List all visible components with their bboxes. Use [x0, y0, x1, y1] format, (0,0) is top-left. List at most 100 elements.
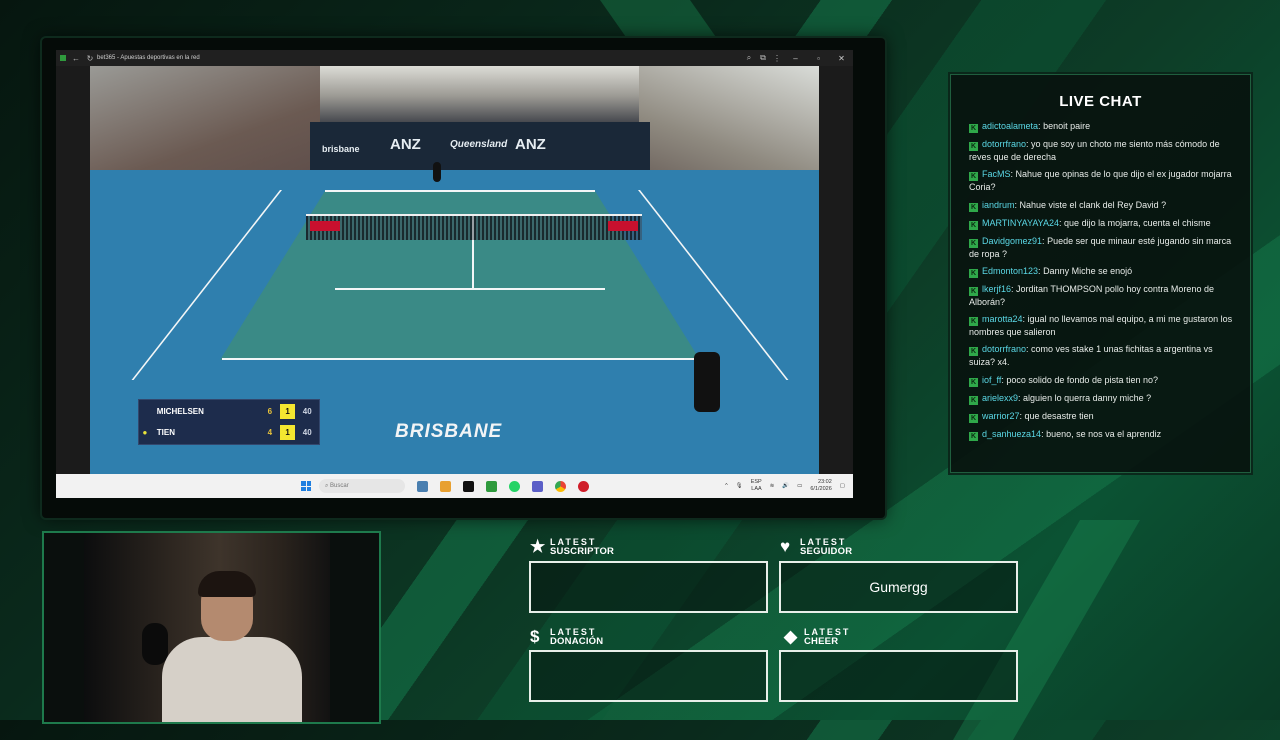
chat-message: K Edmonton123: Danny Miche se enojó — [969, 265, 1234, 278]
court-baseline — [222, 358, 700, 360]
sponsor-banner: Queensland — [450, 139, 508, 150]
latest-donacion-box — [529, 650, 768, 702]
extension-icon[interactable]: ⧉ — [756, 53, 770, 63]
chat-username[interactable]: d_sanhueza14 — [982, 429, 1041, 439]
chat-text: poco solido de fondo de pista tien no? — [1006, 374, 1158, 385]
file-explorer-icon[interactable] — [440, 480, 451, 492]
back-icon[interactable]: ← — [69, 54, 83, 63]
chat-username[interactable]: lkerjf16 — [982, 284, 1011, 294]
chat-username[interactable]: Edmonton123 — [982, 266, 1038, 276]
tennis-net — [306, 214, 642, 240]
chat-username[interactable]: adictoalameta — [982, 121, 1038, 131]
chat-badge-icon: K — [969, 268, 978, 278]
tennis-video[interactable]: brisbane ANZ Queensland ANZ MICHELSEN 6 … — [90, 66, 819, 474]
chat-message: K Davidgomez91: Puede ser que minaur esté… — [969, 235, 1234, 260]
chat-badge-icon: K — [969, 142, 978, 151]
chevron-up-icon[interactable]: ^ — [725, 483, 728, 489]
more-icon[interactable]: ⋮ — [770, 54, 784, 63]
close-icon[interactable]: ✕ — [830, 54, 853, 63]
clock-time: 23:02 — [818, 479, 832, 485]
scoreboard: MICHELSEN 6 1 40 ● TIEN 4 1 40 — [138, 399, 320, 445]
whatsapp-icon[interactable] — [509, 480, 520, 492]
screen-capture: ← ↻ bet365 - Apuestas deportivas en la r… — [42, 38, 885, 518]
latest-seguidor-box: Gumergg — [779, 561, 1018, 613]
location-caption: BRISBANE — [395, 421, 503, 442]
bet365-app-icon[interactable] — [486, 480, 497, 492]
scoreboard-row: MICHELSEN 6 1 40 — [139, 401, 319, 422]
opera-icon[interactable] — [578, 480, 589, 492]
chat-message: Kiandrum: Nahue viste el clank del Rey D… — [969, 199, 1234, 212]
chat-message-list: Kadictoalameta: benoit paire Kdotorrfrano… — [969, 120, 1234, 446]
wifi-icon[interactable]: ≋ — [770, 483, 775, 489]
volume-icon[interactable]: 🔊 — [782, 483, 789, 489]
notification-icon[interactable]: ▢ — [840, 483, 845, 489]
language-code: ESP — [750, 479, 762, 485]
microphone-icon — [142, 623, 168, 665]
heart-icon: ♥ — [780, 537, 791, 556]
chat-badge-icon: K — [969, 202, 978, 212]
system-tray: ^ 🎙 ESP LAA ≋ 🔊 ▭ 23:02 6/1/2026 ▢ — [725, 479, 845, 493]
chat-message: Kadictoalameta: benoit paire — [969, 120, 1234, 133]
chrome-icon[interactable] — [555, 480, 566, 492]
player-current-set: 1 — [279, 425, 296, 440]
chat-message: Kmarotta24: igual no llevamos mal equipo… — [969, 313, 1234, 338]
chat-badge-icon: K — [969, 238, 978, 248]
windows-start-icon[interactable] — [301, 481, 311, 491]
windows-taskbar: ⌕ Buscar ^ 🎙 ESP LAA ≋ 🔊 ▭ 23:02 6/1/2026 … — [56, 474, 853, 498]
chat-text: que dijo la mojarra, cuenta el chisme — [1064, 217, 1211, 228]
chat-username[interactable]: dotorrfrano — [982, 344, 1026, 354]
tiktok-icon[interactable] — [463, 480, 474, 492]
diamond-icon: ◆ — [784, 627, 798, 646]
sponsor-wall: brisbane ANZ Queensland ANZ — [310, 122, 650, 170]
player-sets: 4 — [267, 428, 273, 437]
taskbar-clock[interactable]: 23:02 6/1/2026 — [810, 479, 831, 493]
taskbar-search[interactable]: ⌕ Buscar — [319, 479, 405, 493]
sponsor-banner: brisbane — [322, 144, 360, 154]
latest-seguidor-value: Gumergg — [869, 579, 928, 595]
serve-indicator: ● — [142, 428, 148, 437]
net-banner — [310, 221, 340, 231]
chat-title: LIVE CHAT — [1059, 93, 1142, 110]
sponsor-banner: ANZ — [515, 136, 546, 153]
chat-badge-icon: K — [969, 347, 978, 357]
chat-badge-icon: K — [969, 172, 978, 182]
streamer-body — [162, 637, 302, 722]
player-current-set: 1 — [279, 404, 296, 419]
chat-username[interactable]: FacMS — [982, 169, 1011, 179]
taskbar-app-icon[interactable] — [417, 480, 428, 492]
latest-cheer-box — [779, 650, 1018, 702]
player — [433, 162, 441, 182]
player-sets: 6 — [267, 407, 273, 416]
chat-badge-icon: K — [969, 286, 978, 296]
teams-icon[interactable] — [532, 480, 543, 492]
minimize-icon[interactable]: – — [784, 54, 807, 63]
live-chat-panel: LIVE CHAT Kadictoalameta: benoit paire Kd… — [950, 74, 1251, 473]
chat-text: que desastre tien — [1024, 410, 1094, 421]
chat-badge-icon: K — [969, 317, 978, 327]
microphone-icon[interactable]: 🎙 — [736, 483, 743, 489]
maximize-icon[interactable]: ▫ — [807, 54, 830, 63]
chat-username[interactable]: marotta24 — [982, 314, 1023, 324]
chat-username[interactable]: dotorrfrano — [982, 139, 1026, 149]
zoom-icon[interactable]: ⌕ — [742, 53, 756, 63]
chat-username[interactable]: iof_ff — [982, 375, 1001, 385]
chat-username[interactable]: arielexx9 — [982, 393, 1018, 403]
chat-badge-icon: K — [969, 431, 978, 441]
chat-username[interactable]: Davidgomez91 — [982, 236, 1042, 246]
latest-seguidor-label: ♥ LATEST SEGUIDOR — [780, 538, 852, 557]
browser-titlebar: ← ↻ bet365 - Apuestas deportivas en la r… — [56, 50, 853, 66]
reload-icon[interactable]: ↻ — [83, 54, 97, 63]
chat-username[interactable]: warrior27 — [982, 411, 1020, 421]
chat-badge-icon: K — [969, 377, 978, 387]
player-name: MICHELSEN — [156, 407, 204, 416]
language-indicator[interactable]: ESP LAA — [751, 479, 762, 493]
chat-username[interactable]: MARTINYAYAYA24 — [982, 218, 1059, 228]
chat-message: Kd_sanhueza14: bueno, se nos va el apren… — [969, 428, 1234, 441]
chat-message: Karielexx9: alguien lo querra danny mich… — [969, 392, 1234, 405]
chat-message: Kdotorrfrano: yo que soy un choto me sie… — [969, 138, 1234, 163]
chat-username[interactable]: iandrum — [982, 200, 1015, 210]
dollar-icon: $ — [530, 627, 540, 646]
battery-icon[interactable]: ▭ — [797, 483, 802, 489]
latest-suscriptor-box — [529, 561, 768, 613]
star-icon: ★ — [530, 537, 546, 556]
